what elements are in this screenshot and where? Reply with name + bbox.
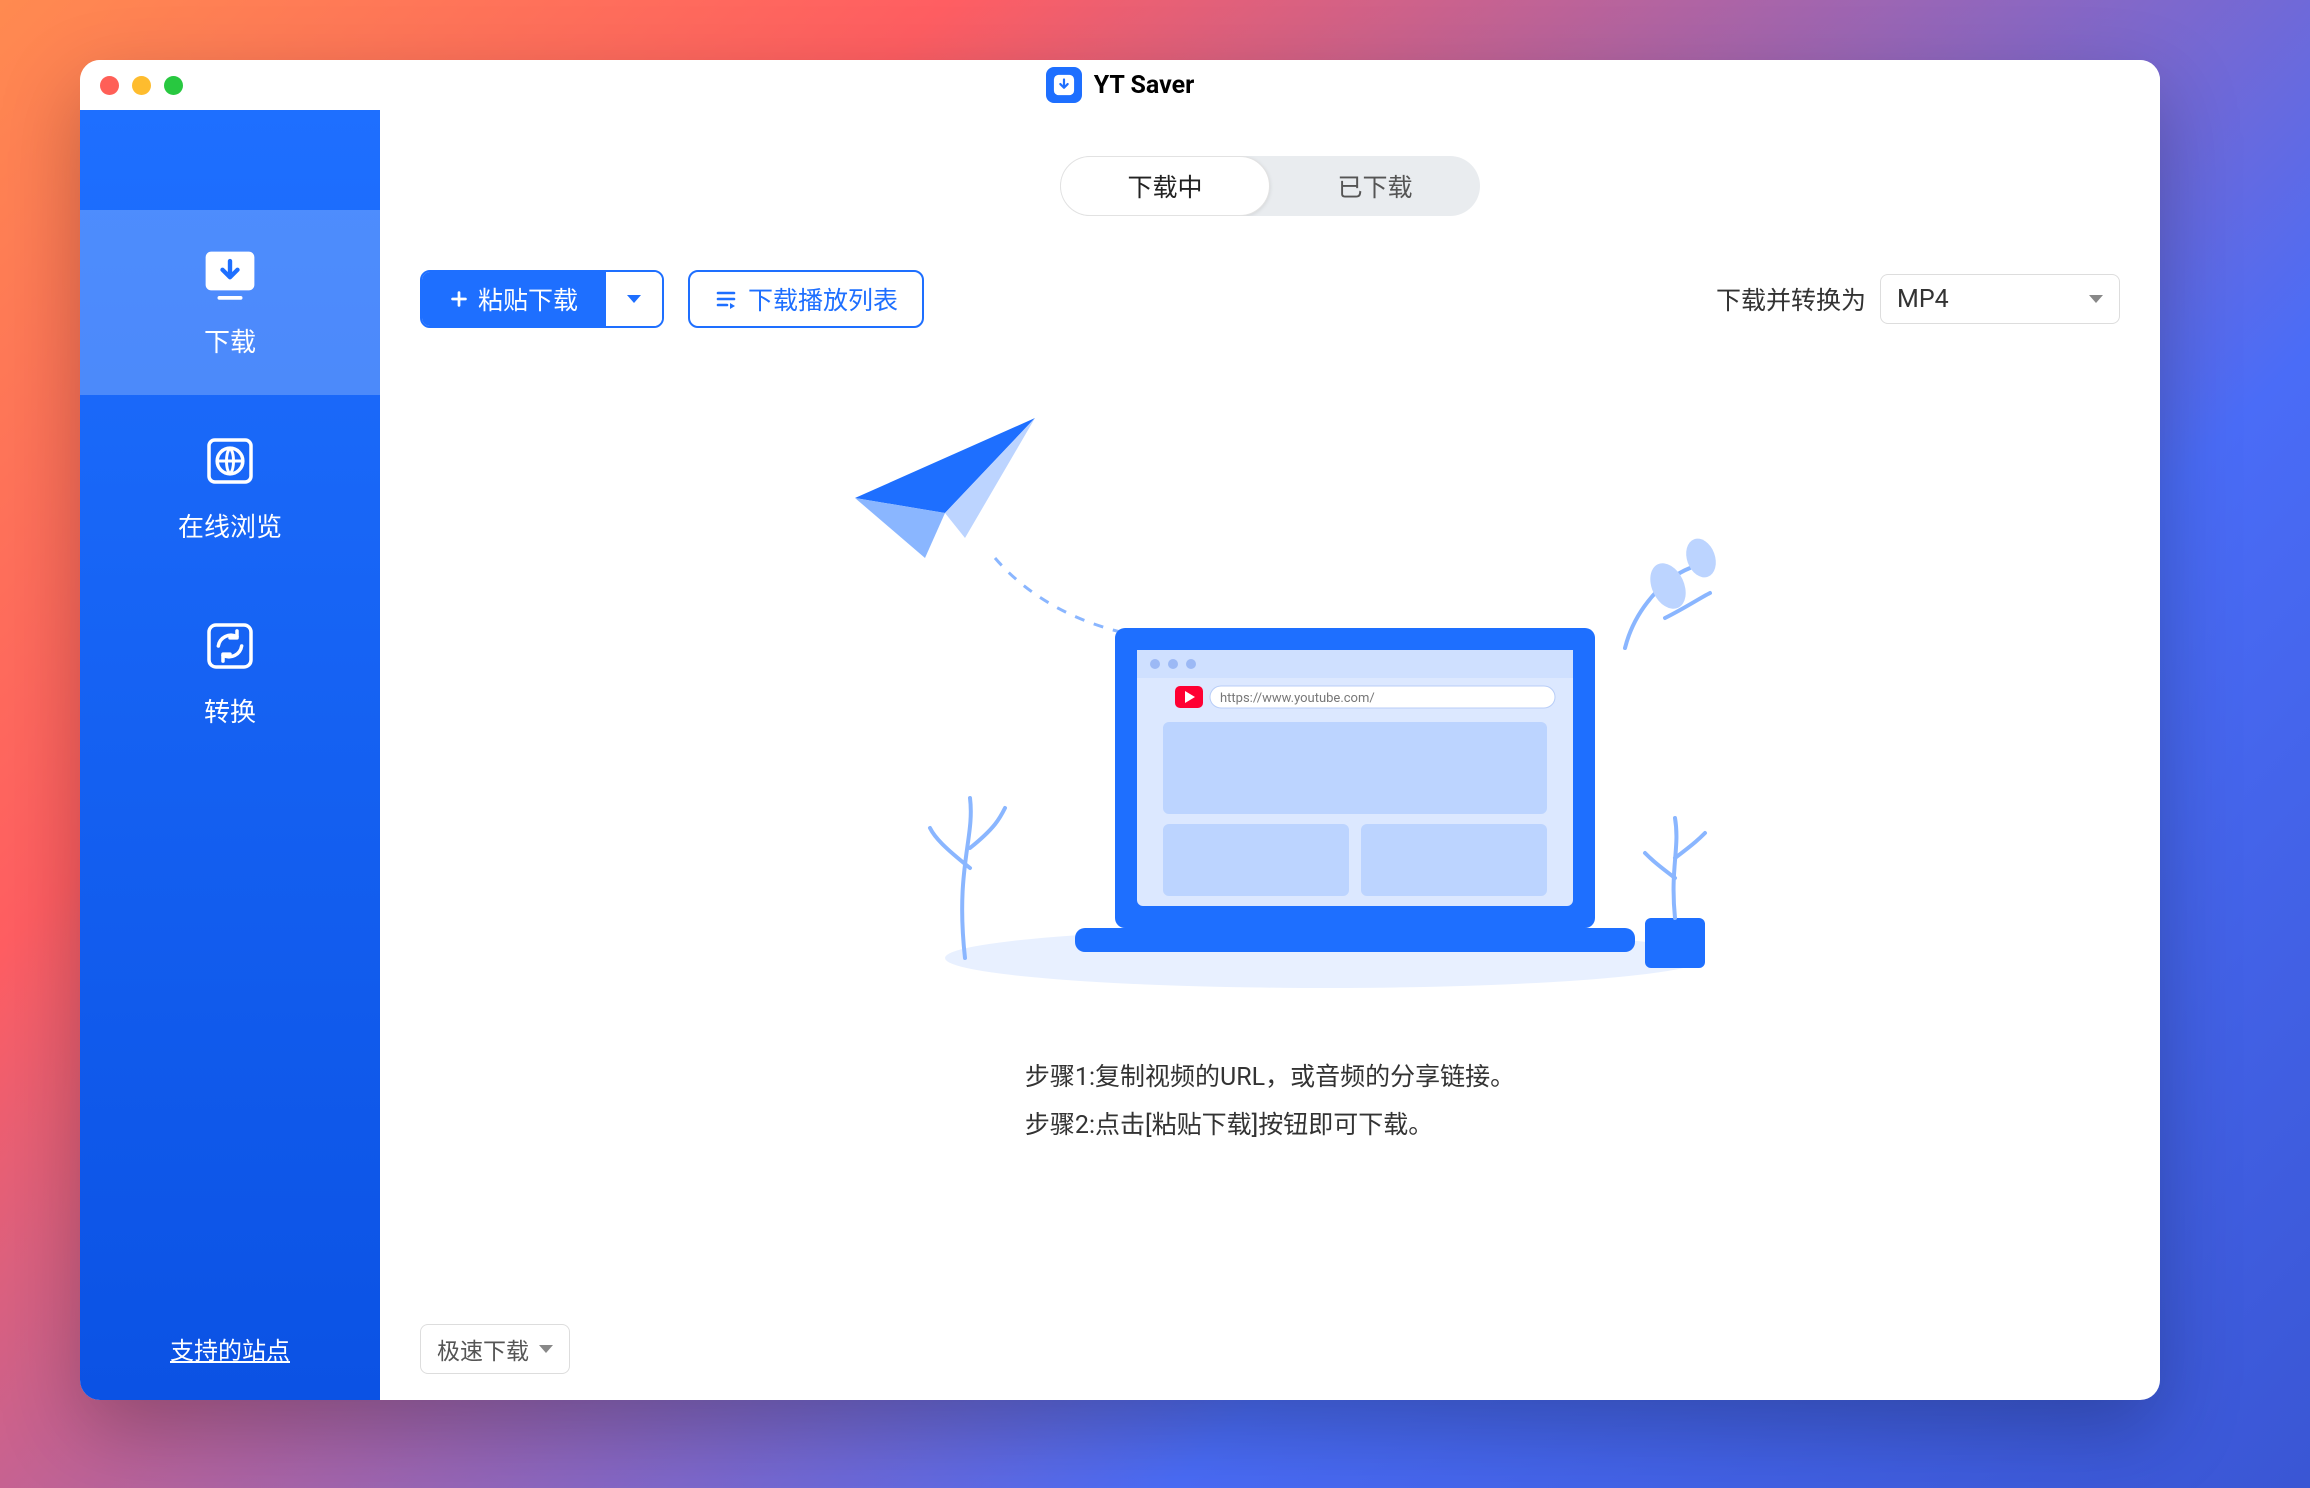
minimize-window-button[interactable] <box>132 76 151 95</box>
paste-download-button[interactable]: 粘贴下载 <box>422 272 604 326</box>
close-window-button[interactable] <box>100 76 119 95</box>
app-window: YT Saver 下载 <box>80 60 2160 1400</box>
tab-segment: 下载中 已下载 <box>1060 156 1480 216</box>
step1-text: 步骤1:复制视频的URL，或音频的分享链接。 <box>1025 1054 1515 1102</box>
supported-sites-link[interactable]: 支持的站点 <box>80 1331 380 1366</box>
sidebar: 下载 在线浏览 <box>80 110 380 1400</box>
chevron-down-icon <box>2089 295 2103 303</box>
download-playlist-label: 下载播放列表 <box>748 281 898 317</box>
app-logo-icon <box>1046 67 1082 103</box>
convert-icon <box>200 616 260 676</box>
paste-download-label: 粘贴下载 <box>478 281 578 317</box>
playlist-icon <box>714 287 738 311</box>
chevron-down-icon <box>539 1345 553 1353</box>
empty-state-illustration: https://www.youtube.com/ <box>795 398 1745 998</box>
app-title-text: YT Saver <box>1094 71 1194 100</box>
download-icon <box>200 246 260 306</box>
sidebar-item-label: 转换 <box>204 692 256 729</box>
sidebar-item-convert[interactable]: 转换 <box>80 580 380 765</box>
illustration-url: https://www.youtube.com/ <box>1220 691 1375 706</box>
toolbar: 粘贴下载 下载播放列表 下载并转换为 MP4 <box>380 226 2160 328</box>
speed-select-label: 极速下载 <box>437 1332 529 1366</box>
titlebar: YT Saver <box>80 60 2160 110</box>
main-content: 下载中 已下载 粘贴下载 下载播放列表 <box>380 110 2160 1400</box>
download-playlist-button[interactable]: 下载播放列表 <box>688 270 924 328</box>
paste-download-dropdown[interactable] <box>604 272 662 326</box>
sidebar-item-browse[interactable]: 在线浏览 <box>80 395 380 580</box>
paste-download-group: 粘贴下载 <box>420 270 664 328</box>
globe-icon <box>200 431 260 491</box>
format-selected-value: MP4 <box>1897 285 1949 314</box>
format-select[interactable]: MP4 <box>1880 274 2120 324</box>
traffic-lights <box>100 76 183 95</box>
page-title: YT Saver <box>1046 67 1194 103</box>
empty-state: https://www.youtube.com/ 步骤1:复制视频的URL，或音… <box>380 328 2160 1400</box>
tab-downloaded[interactable]: 已下载 <box>1270 156 1480 216</box>
maximize-window-button[interactable] <box>164 76 183 95</box>
chevron-down-icon <box>627 295 641 303</box>
sidebar-item-label: 在线浏览 <box>178 507 282 544</box>
speed-select[interactable]: 极速下载 <box>420 1324 570 1374</box>
sidebar-item-download[interactable]: 下载 <box>80 210 380 395</box>
sidebar-item-label: 下载 <box>204 322 256 359</box>
step2-text: 步骤2:点击[粘贴下载]按钮即可下载。 <box>1025 1102 1515 1150</box>
tab-downloading[interactable]: 下载中 <box>1060 156 1270 216</box>
plus-icon <box>448 288 470 310</box>
convert-to-label: 下载并转换为 <box>1716 281 1866 317</box>
